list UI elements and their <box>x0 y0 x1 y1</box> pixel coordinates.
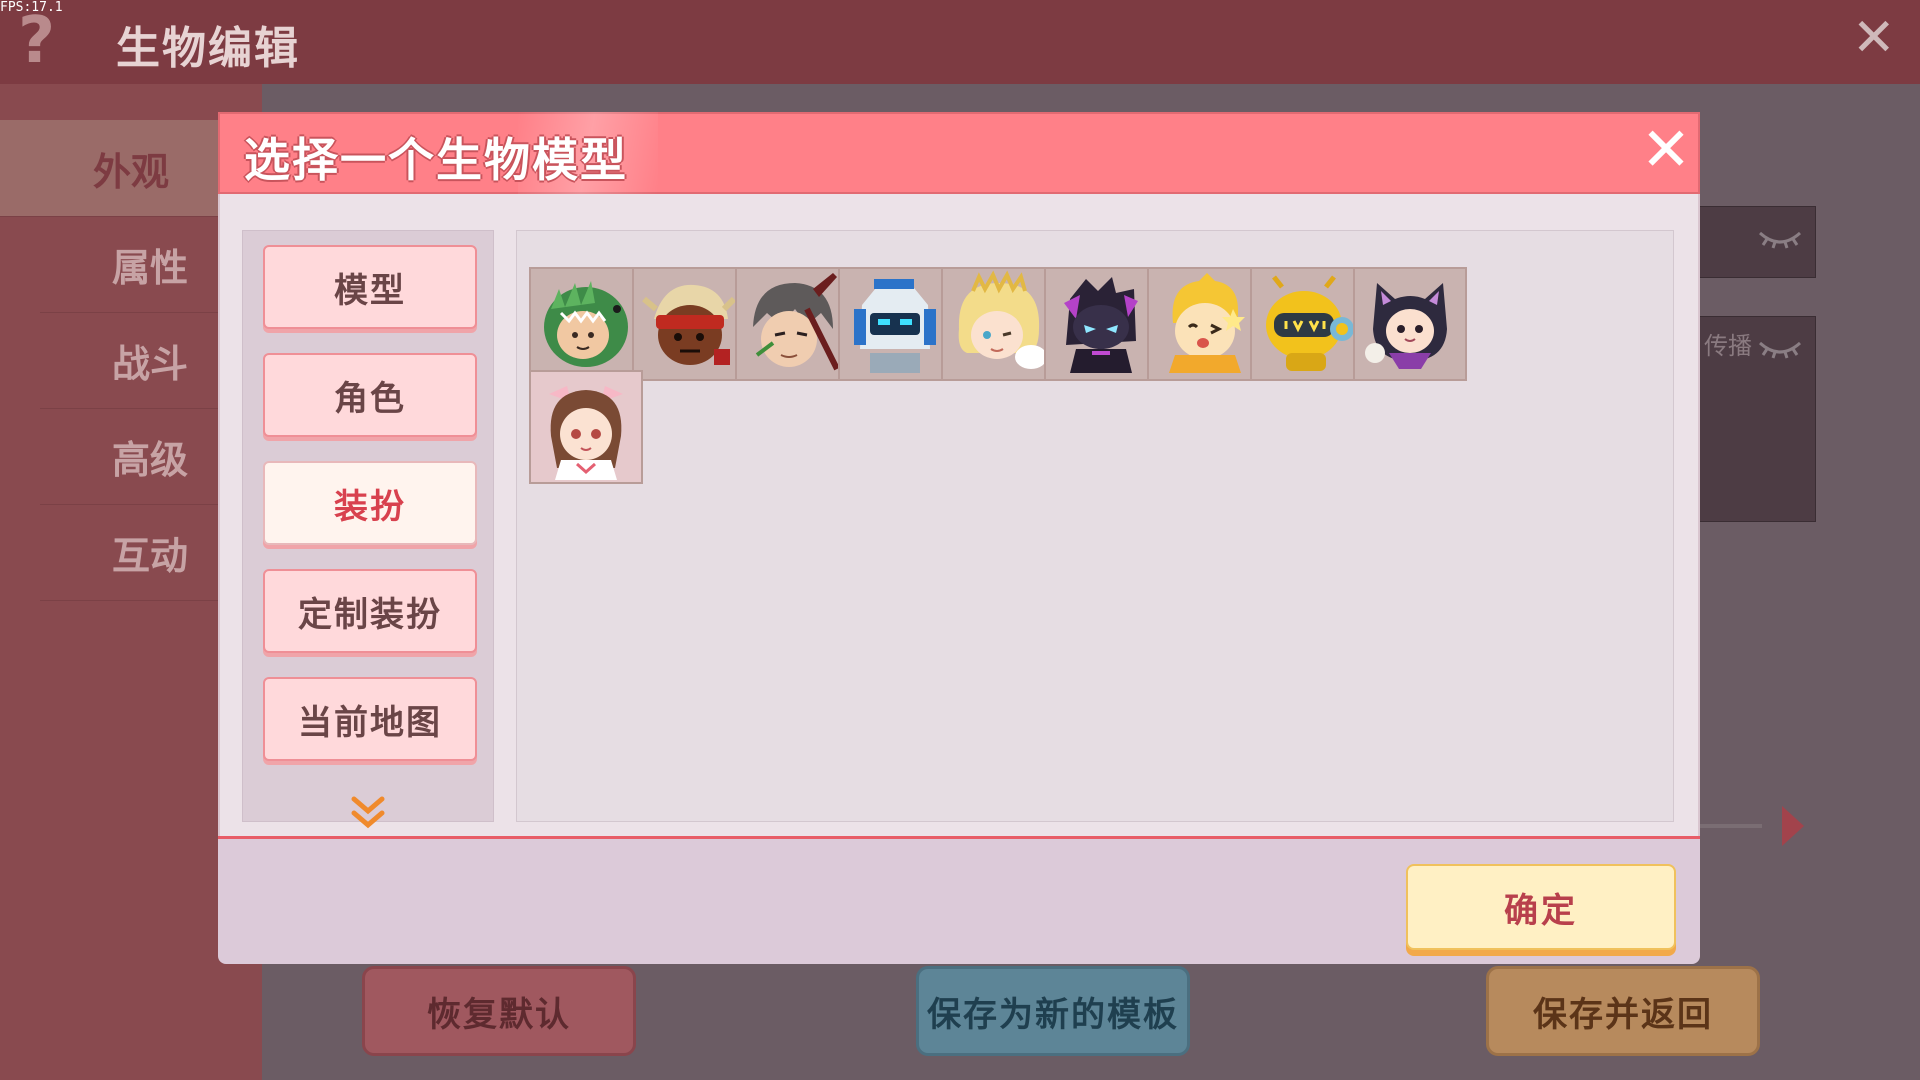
dialog-close-icon[interactable]: ✕ <box>1638 120 1694 180</box>
category-current-map-button[interactable]: 当前地图 <box>263 677 477 761</box>
blonde-angel-girl-icon <box>943 269 1053 379</box>
help-icon[interactable]: ? <box>18 4 55 78</box>
blue-mecha-robot-icon <box>840 269 950 379</box>
model-item[interactable] <box>632 267 746 381</box>
model-item[interactable] <box>1147 267 1261 381</box>
model-item[interactable] <box>735 267 849 381</box>
model-item[interactable] <box>1353 267 1467 381</box>
red-bandana-character-icon <box>634 269 744 379</box>
purple-shadow-knight-icon <box>1046 269 1156 379</box>
model-item[interactable] <box>838 267 952 381</box>
yellow-round-robot-icon <box>1252 269 1362 379</box>
eye-closed-icon[interactable] <box>1757 339 1803 359</box>
pink-bow-girl-icon <box>531 372 641 482</box>
category-model-button[interactable]: 模型 <box>263 245 477 329</box>
gray-hair-swordsman-icon <box>737 269 847 379</box>
category-outfit-button[interactable]: 装扮 <box>263 461 477 545</box>
model-grid <box>516 230 1674 822</box>
eye-closed-icon[interactable] <box>1757 229 1803 249</box>
restore-default-button[interactable]: 恢复默认 <box>362 966 636 1056</box>
dialog-title: 选择一个生物模型 <box>244 133 628 187</box>
model-item[interactable] <box>529 267 643 381</box>
next-arrow-icon[interactable] <box>1782 806 1804 846</box>
editor-title: 生物编辑 <box>116 23 300 74</box>
fps-counter: FPS:17.1 <box>0 0 63 15</box>
slider-track <box>1700 824 1762 828</box>
select-model-dialog: 选择一个生物模型 ✕ 模型 角色 装扮 定制装扮 当前地图 确定 <box>218 112 1700 964</box>
category-list: 模型 角色 装扮 定制装扮 当前地图 <box>242 230 494 829</box>
save-and-return-button[interactable]: 保存并返回 <box>1486 966 1760 1056</box>
chevron-down-icon[interactable] <box>348 793 388 833</box>
golden-star-character-icon <box>1149 269 1259 379</box>
category-custom-outfit-button[interactable]: 定制装扮 <box>263 569 477 653</box>
dino-hood-character-icon <box>531 269 641 379</box>
black-cat-hood-character-icon <box>1355 269 1465 379</box>
category-role-button[interactable]: 角色 <box>263 353 477 437</box>
model-item[interactable] <box>1250 267 1364 381</box>
visibility-panel <box>1690 206 1816 278</box>
model-item[interactable] <box>1044 267 1158 381</box>
model-item[interactable] <box>529 370 643 484</box>
save-as-template-button[interactable]: 保存为新的模板 <box>916 966 1190 1056</box>
confirm-button[interactable]: 确定 <box>1406 864 1676 950</box>
partial-label: 传播 <box>1704 332 1752 360</box>
editor-close-icon[interactable]: ✕ <box>1852 8 1896 68</box>
model-item[interactable] <box>941 267 1055 381</box>
